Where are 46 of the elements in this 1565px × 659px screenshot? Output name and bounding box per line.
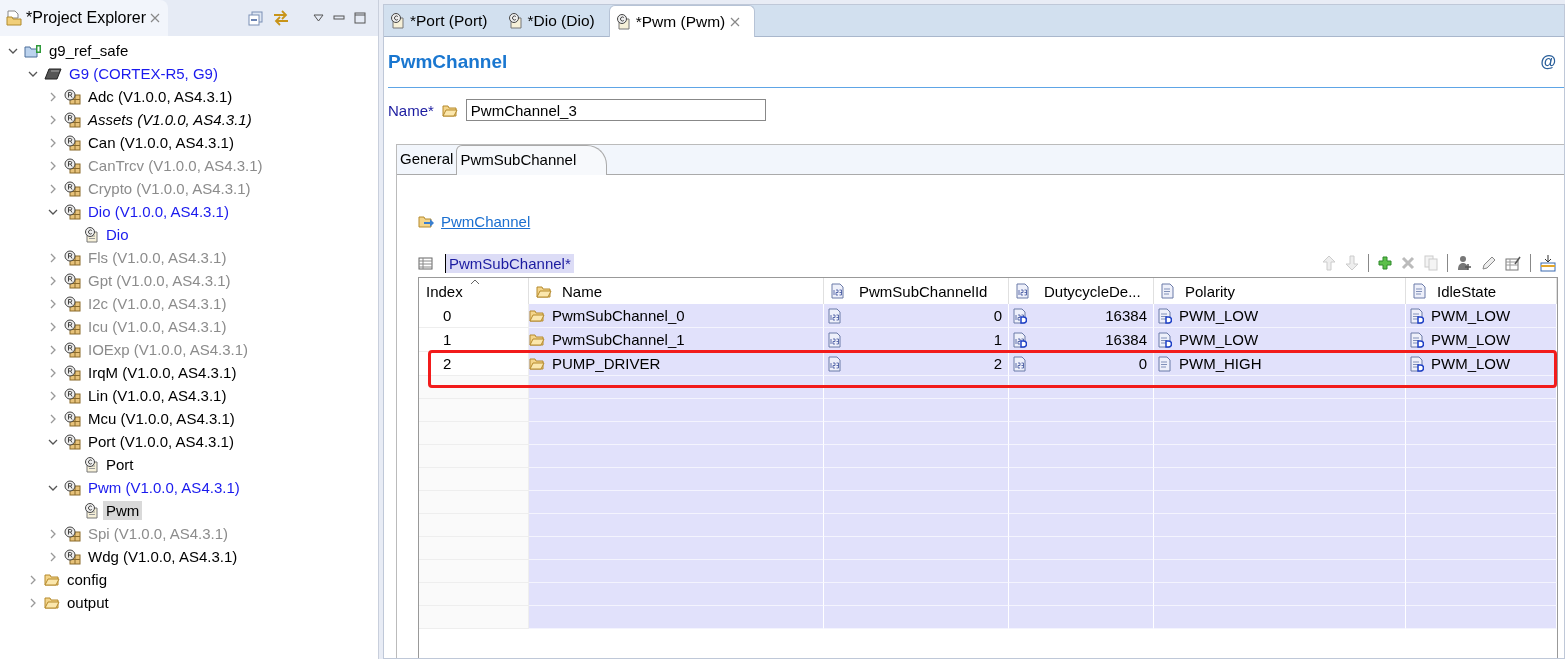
form-tab[interactable]: General	[397, 145, 457, 174]
table-cell: PwmSubChannel_0	[529, 304, 824, 328]
table-cell: PUMP_DRIVER	[529, 352, 824, 376]
table-cell: PWM_LOW	[1406, 328, 1557, 352]
tree-item[interactable]: Pwm (V1.0.0, AS4.3.1)	[85, 478, 243, 497]
table-cell: 2	[419, 352, 529, 376]
tree-item[interactable]: Port	[103, 455, 137, 474]
tree-item[interactable]: G9 (CORTEX-R5, G9)	[66, 64, 221, 83]
name-field[interactable]: PwmChannel_3	[465, 99, 766, 121]
table-cell: PWM_LOW	[1154, 304, 1406, 328]
table-cell: PWM_LOW	[1406, 304, 1557, 328]
tree-item[interactable]: Assets (V1.0.0, AS4.3.1)	[85, 110, 255, 129]
tree-item[interactable]: output	[64, 593, 112, 612]
editor-tab[interactable]: *Dio (Dio)	[501, 5, 609, 36]
tree-item[interactable]: Wdg (V1.0.0, AS4.3.1)	[85, 547, 241, 566]
editor-tab[interactable]: *Port (Port)	[384, 5, 502, 36]
table-cell: 0	[824, 304, 1009, 328]
name-label: Name*	[388, 101, 434, 119]
tree-item[interactable]: Can (V1.0.0, AS4.3.1)	[85, 133, 237, 152]
tree-item[interactable]: config	[64, 570, 111, 589]
form-tab[interactable]: PwmSubChannel	[456, 145, 608, 175]
table-cell: PwmSubChannel_1	[529, 328, 824, 352]
help-link[interactable]: @	[1540, 53, 1556, 71]
tree-item[interactable]: IrqM (V1.0.0, AS4.3.1)	[85, 363, 240, 382]
table-cell: PWM_HIGH	[1154, 352, 1406, 376]
tree-item[interactable]: Mcu (V1.0.0, AS4.3.1)	[85, 409, 238, 428]
tree-item[interactable]: Lin (V1.0.0, AS4.3.1)	[85, 386, 230, 405]
tree-item[interactable]: Port (V1.0.0, AS4.3.1)	[85, 432, 237, 451]
table-cell: PWM_LOW	[1154, 328, 1406, 352]
tree-item[interactable]: Dio (V1.0.0, AS4.3.1)	[85, 202, 232, 221]
table-cell: 1	[419, 328, 529, 352]
table-cell: 16384	[1009, 328, 1154, 352]
table-cell: 1	[824, 328, 1009, 352]
table-cell: 0	[419, 304, 529, 328]
tree-item[interactable]: Dio	[103, 225, 132, 244]
tree-item[interactable]: Pwm	[103, 501, 143, 520]
tree-item[interactable]: g9_ref_safe	[46, 41, 132, 60]
parent-link[interactable]: PwmChannel	[441, 212, 531, 230]
form-title: PwmChannel	[388, 51, 508, 73]
table-title: PwmSubChannel*	[445, 253, 574, 273]
editor-tab[interactable]: *Pwm (Pwm)	[608, 5, 756, 37]
tree-item[interactable]: Adc (V1.0.0, AS4.3.1)	[85, 87, 236, 106]
view-tab[interactable]: *Project Explorer	[0, 0, 169, 36]
table-cell: 0	[1009, 352, 1154, 376]
table-cell: 2	[824, 352, 1009, 376]
table-cell: 16384	[1009, 304, 1154, 328]
